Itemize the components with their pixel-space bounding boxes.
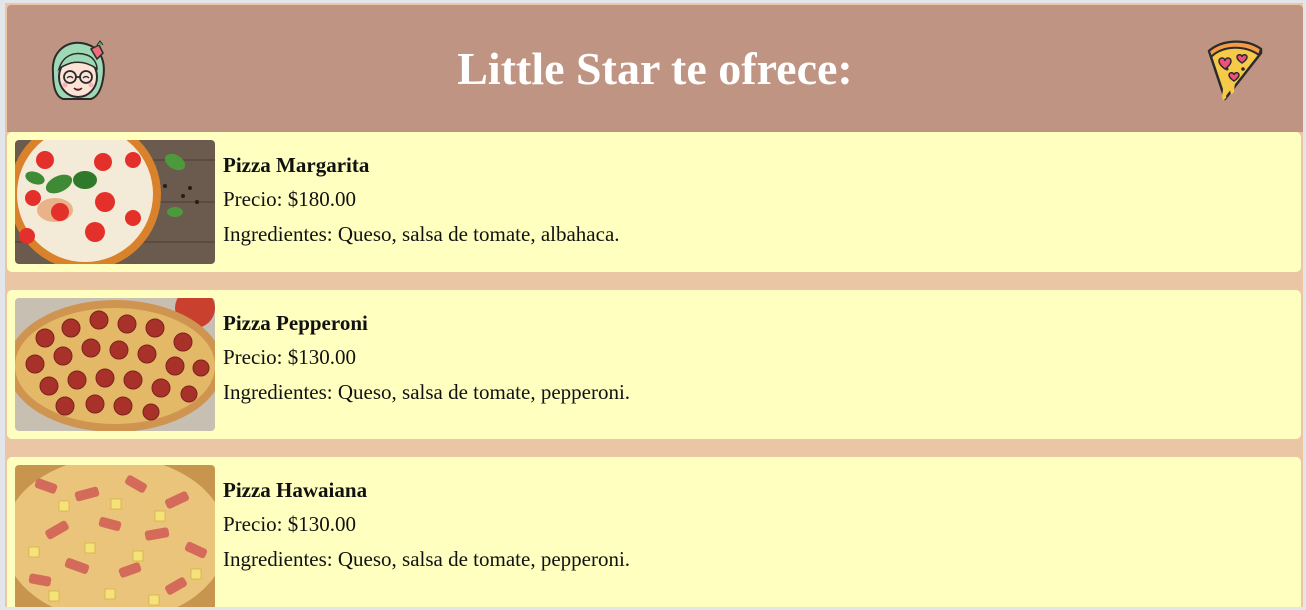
product-ingredients: Ingredientes: Queso, salsa de tomate, al… [223, 222, 620, 246]
product-card-margarita: Pizza Margarita Precio: $180.00 Ingredie… [7, 132, 1301, 272]
product-ingredients: Ingredientes: Queso, salsa de tomate, pe… [223, 380, 631, 404]
product-price: Precio: $130.00 [223, 345, 356, 369]
product-card-hawaiana: Pizza Hawaiana Precio: $130.00 Ingredien… [7, 457, 1301, 607]
product-name: Pizza Hawaiana [223, 478, 368, 502]
product-info-margarita: Pizza Margarita Precio: $180.00 Ingredie… [223, 150, 620, 254]
pizza-slice-hearts-icon [1203, 37, 1265, 103]
page-title: Little Star te ofrece: [457, 43, 853, 94]
product-card-pepperoni: Pizza Pepperoni Precio: $130.00 Ingredie… [7, 290, 1301, 439]
product-info-hawaiana: Pizza Hawaiana Precio: $130.00 Ingredien… [223, 475, 630, 579]
product-ingredients: Ingredientes: Queso, salsa de tomate, pe… [223, 547, 631, 571]
page-viewport: Little Star te ofrece: Pizza Margarita P… [5, 3, 1303, 607]
header-banner: Little Star te ofrece: [7, 5, 1303, 132]
product-price: Precio: $130.00 [223, 512, 356, 536]
product-name: Pizza Pepperoni [223, 311, 368, 335]
pizza-margarita-image [15, 140, 215, 264]
product-name: Pizza Margarita [223, 153, 370, 177]
pizza-hawaiana-image [15, 465, 215, 607]
product-info-pepperoni: Pizza Pepperoni Precio: $130.00 Ingredie… [223, 308, 630, 412]
product-price: Precio: $180.00 [223, 187, 356, 211]
pizza-pepperoni-image [15, 298, 215, 431]
